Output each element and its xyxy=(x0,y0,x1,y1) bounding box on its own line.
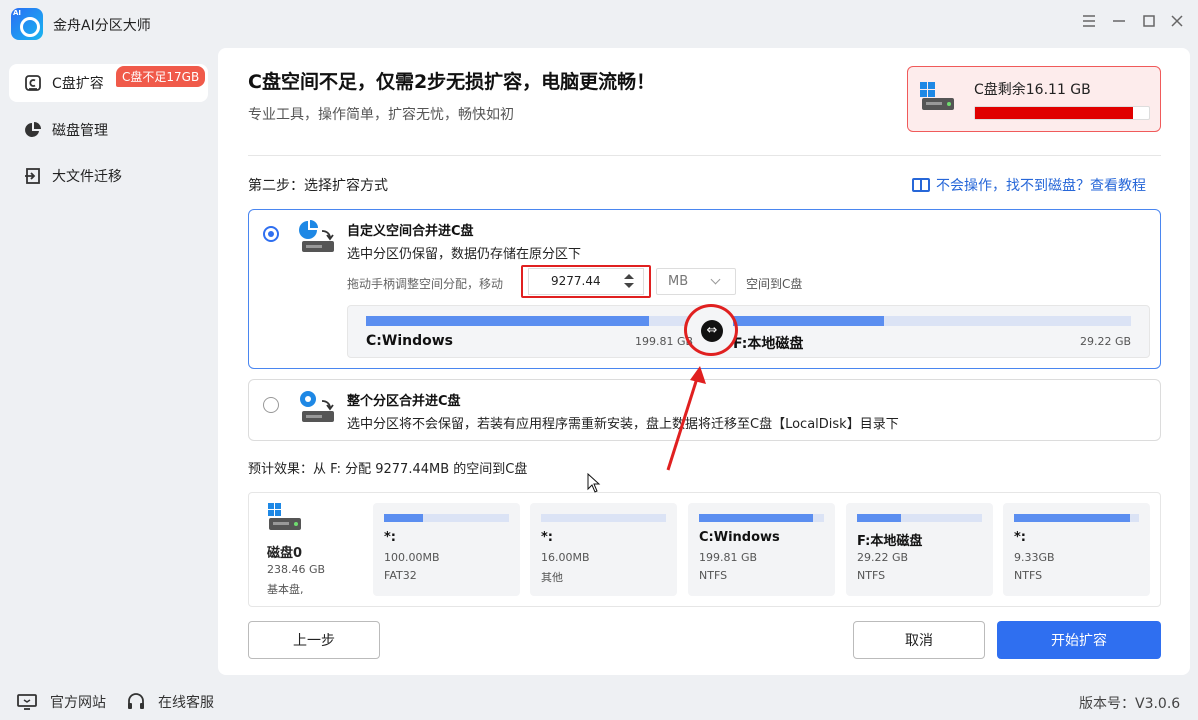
c-partition-name: C:Windows xyxy=(366,333,453,349)
online-support-link[interactable]: 在线客服 xyxy=(126,692,214,712)
spin-down-icon[interactable] xyxy=(624,283,634,288)
whole-merge-icon xyxy=(298,389,338,429)
maximize-icon[interactable] xyxy=(1138,12,1160,34)
sidebar-item-label: 大文件迁移 xyxy=(52,169,122,185)
partition-card: *: 9.33GB NTFS xyxy=(1003,503,1150,596)
partition-card-name: F:本地磁盘 xyxy=(857,534,923,549)
app-logo: AI xyxy=(11,8,43,40)
menu-icon[interactable] xyxy=(1078,12,1100,34)
unit-select-value: MB xyxy=(668,274,689,289)
option-custom-desc: 选中分区仍保留，数据仍存储在原分区下 xyxy=(347,247,582,262)
option-whole-radio[interactable] xyxy=(263,397,279,413)
partition-card: C:Windows 199.81 GB NTFS xyxy=(688,503,835,596)
annotation-arrow xyxy=(666,366,706,471)
partition-card-size: 9.33GB xyxy=(1014,551,1055,564)
cancel-button[interactable]: 取消 xyxy=(853,621,985,659)
start-expand-button[interactable]: 开始扩容 xyxy=(997,621,1161,659)
app-title: 金舟AI分区大师 xyxy=(53,18,151,34)
minimize-icon[interactable] xyxy=(1108,12,1130,34)
partition-card-bar xyxy=(541,514,666,522)
partition-card-name: *: xyxy=(1014,530,1026,545)
step-label: 第二步：选择扩容方式 xyxy=(248,178,388,194)
partition-card-fs: NTFS xyxy=(1014,569,1043,582)
option-whole-title: 整个分区合并进C盘 xyxy=(347,394,461,409)
f-partition-name: F:本地磁盘 xyxy=(733,336,804,352)
partition-card: *: 16.00MB 其他 xyxy=(530,503,677,596)
monitor-icon xyxy=(16,693,38,711)
option-custom-title: 自定义空间合并进C盘 xyxy=(347,224,474,239)
partition-card: F:本地磁盘 29.22 GB NTFS xyxy=(846,503,993,596)
help-link[interactable]: 不会操作，找不到磁盘？查看教程 xyxy=(912,175,1146,195)
partition-card-size: 16.00MB xyxy=(541,551,590,564)
page-subtitle: 专业工具，操作简单，扩容无忧，畅快如初 xyxy=(248,107,514,123)
headset-icon xyxy=(126,692,146,712)
help-link-text: 不会操作，找不到磁盘？查看教程 xyxy=(936,178,1146,194)
adjust-label: 拖动手柄调整空间分配，移动 xyxy=(347,277,504,291)
pie-chart-icon xyxy=(23,120,43,140)
sidebar-item-label: 磁盘管理 xyxy=(52,123,108,139)
spin-up-icon[interactable] xyxy=(624,274,634,279)
partition-card-size: 199.81 GB xyxy=(699,551,758,564)
sidebar-item-label: C盘扩容 xyxy=(52,76,104,92)
windows-drive-icon xyxy=(918,80,958,120)
disk-type: 基本盘, xyxy=(267,583,304,596)
official-website-link[interactable]: 官方网站 xyxy=(16,692,106,712)
partition-card-fs: FAT32 xyxy=(384,569,417,582)
partition-card-fs: 其他 xyxy=(541,571,563,584)
partition-card-name: C:Windows xyxy=(699,530,780,545)
partition-card: *: 100.00MB FAT32 xyxy=(373,503,520,596)
migrate-icon xyxy=(23,166,43,186)
official-website-label: 官方网站 xyxy=(50,695,106,711)
f-partition-size: 29.22 GB xyxy=(1080,335,1132,348)
c-drive-usage-fill xyxy=(975,107,1133,119)
page-title: C盘空间不足，仅需2步无损扩容，电脑更流畅！ xyxy=(248,71,656,93)
disk-name: 磁盘0 xyxy=(267,546,303,561)
partition-card-name: *: xyxy=(384,530,396,545)
cursor-icon xyxy=(587,473,601,493)
divider xyxy=(248,155,1161,156)
online-support-label: 在线客服 xyxy=(158,695,214,711)
c-drive-icon xyxy=(23,73,43,93)
sidebar-item-file-migrate[interactable]: 大文件迁移 xyxy=(9,157,208,195)
c-drive-free-label: C盘剩余16.11 GB xyxy=(974,82,1091,98)
preview-label: 预计效果：从 F: 分配 9277.44MB 的空间到C盘 xyxy=(248,462,528,477)
size-input-value[interactable]: 9277.44 xyxy=(551,274,601,288)
partial-merge-icon xyxy=(298,219,338,259)
partition-card-fill xyxy=(699,514,813,522)
partition-card-fs: NTFS xyxy=(699,569,728,582)
f-partition-fill xyxy=(733,316,884,326)
close-icon[interactable] xyxy=(1166,12,1188,34)
sidebar-item-disk-manage[interactable]: 磁盘管理 xyxy=(9,111,208,149)
drag-handle-icon[interactable]: ⇔ xyxy=(701,320,723,342)
partition-card-fs: NTFS xyxy=(857,569,886,582)
disk-size: 238.46 GB xyxy=(267,563,326,576)
partition-card-size: 29.22 GB xyxy=(857,551,909,564)
version-label: 版本号：V3.0.6 xyxy=(1079,696,1181,712)
c-shortage-badge: C盘不足17GB xyxy=(116,66,206,87)
disk-icon xyxy=(266,502,304,536)
partition-card-fill xyxy=(1014,514,1130,522)
c-partition-fill xyxy=(366,316,649,326)
partition-card-size: 100.00MB xyxy=(384,551,440,564)
option-custom-radio[interactable] xyxy=(263,226,279,242)
partition-card-fill xyxy=(857,514,901,522)
size-suffix: 空间到C盘 xyxy=(746,277,803,291)
partition-card-fill xyxy=(384,514,423,522)
partition-card-name: *: xyxy=(541,530,553,545)
book-icon xyxy=(912,178,930,192)
unit-select[interactable]: MB xyxy=(656,268,736,295)
app-logo-text: AI xyxy=(13,9,22,17)
back-button[interactable]: 上一步 xyxy=(248,621,380,659)
